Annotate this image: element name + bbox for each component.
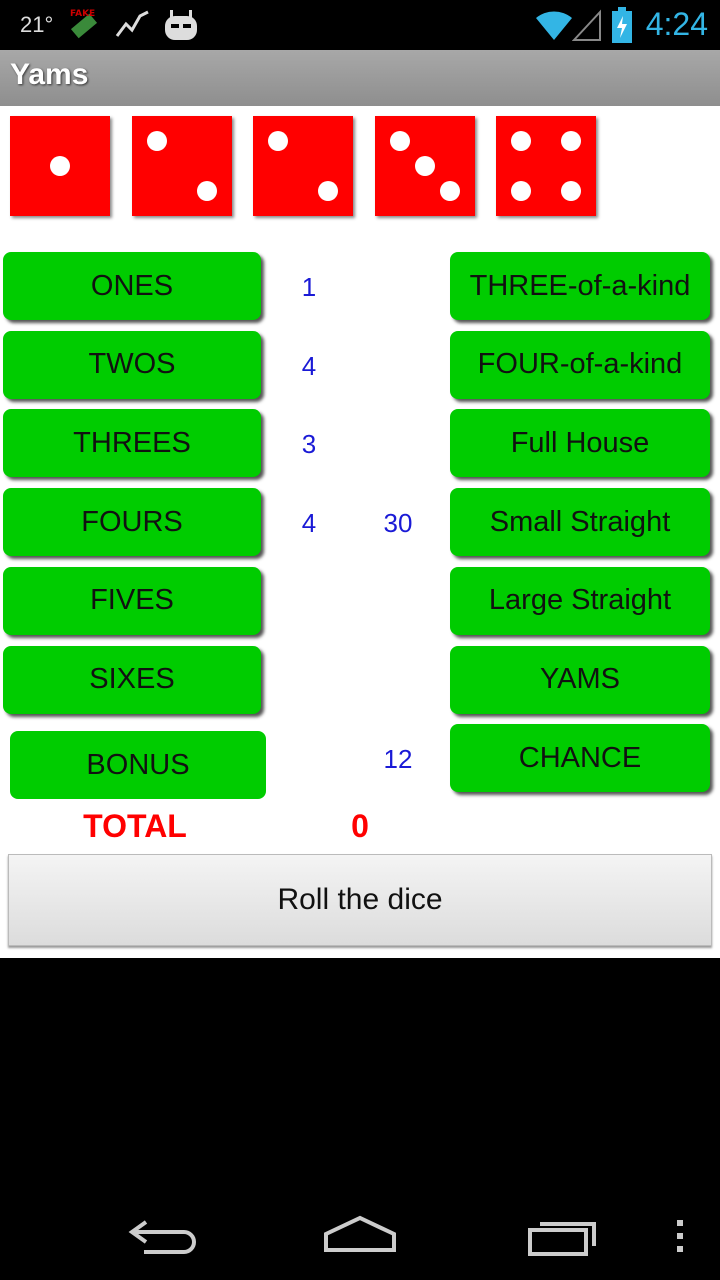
svg-text:FAKE: FAKE [70, 9, 95, 19]
upper-button-fours[interactable]: FOURS [3, 488, 261, 557]
die-2[interactable] [131, 116, 232, 216]
bonus-box: BONUS [10, 731, 266, 799]
category-label: YAMS [539, 663, 621, 695]
die-4[interactable] [374, 116, 475, 216]
temperature-text: 21° [20, 12, 54, 37]
category-label: Small Straight [489, 505, 671, 538]
upper-score: 1 [301, 272, 317, 302]
recent-apps-icon[interactable] [526, 1216, 598, 1261]
lower-button-three-of-a-kind[interactable]: THREE-of-a-kind [450, 252, 710, 320]
die-pip [146, 131, 167, 151]
category-label: THREES [73, 426, 191, 459]
die-pip [50, 156, 70, 176]
activity-graph-icon [114, 6, 152, 49]
die-pip [439, 181, 460, 201]
back-icon[interactable] [124, 1214, 196, 1259]
upper-score: 4 [301, 508, 317, 539]
category-label: FOURS [81, 505, 183, 538]
lower-score: 12 [383, 744, 413, 775]
category-label: FIVES [90, 584, 174, 617]
category-label: CHANCE [518, 741, 642, 774]
category-label: SIXES [89, 663, 175, 695]
lower-button-small-straight[interactable]: Small Straight [450, 488, 710, 557]
app-title: Yams [10, 58, 89, 91]
category-label: FOUR-of-a-kind [477, 348, 683, 381]
category-label: THREE-of-a-kind [469, 269, 691, 302]
upper-button-fives[interactable]: FIVES [3, 566, 261, 635]
fake-gps-icon: FAKE [64, 6, 104, 51]
wifi-icon [534, 6, 574, 49]
die-pip [268, 131, 288, 151]
category-label: Full House [510, 426, 650, 459]
total-label: TOTAL [83, 808, 187, 844]
lower-button-large-straight[interactable]: Large Straight [450, 566, 710, 635]
die-1[interactable] [10, 116, 110, 216]
upper-button-ones[interactable]: ONES [3, 252, 261, 320]
roll-dice-button[interactable]: Roll the dice [8, 854, 712, 946]
navigation-bar [0, 1180, 720, 1280]
category-label: Large Straight [488, 584, 672, 617]
bonus-label: BONUS [86, 748, 190, 781]
cyanogenmod-icon [162, 6, 200, 49]
die-pip [511, 181, 531, 201]
die-pip [414, 156, 435, 176]
signal-icon [571, 6, 602, 49]
total-value: 0 [351, 808, 369, 844]
die-3[interactable] [253, 116, 353, 216]
upper-button-threes[interactable]: THREES [3, 409, 261, 478]
upper-button-sixes[interactable]: SIXES [3, 645, 261, 714]
battery-charging-icon [610, 6, 634, 49]
die-pip [511, 131, 531, 151]
die-pip [561, 131, 581, 151]
clock-text: 4:24 [645, 6, 708, 42]
upper-button-twos[interactable]: TWOS [3, 330, 261, 399]
category-label: TWOS [88, 348, 176, 381]
lower-button-chance[interactable]: CHANCE [450, 724, 710, 793]
lower-button-four-of-a-kind[interactable]: FOUR-of-a-kind [450, 330, 710, 399]
upper-score: 3 [301, 429, 317, 460]
lower-button-yams[interactable]: YAMS [450, 645, 710, 714]
upper-score: 4 [301, 350, 317, 381]
category-label: ONES [90, 269, 174, 302]
game-board: ONES 1 TWOS 4 THREES 3 FOURS 4 FIVES SIXES THREE-… [0, 106, 720, 958]
roll-dice-label: Roll the dice [277, 883, 443, 916]
home-icon[interactable] [322, 1212, 398, 1259]
die-5[interactable] [496, 116, 596, 216]
status-bar: 21° FAKE 4:24 [0, 0, 720, 50]
die-pip [389, 131, 410, 151]
action-bar: Yams [0, 50, 720, 106]
die-pip [196, 181, 217, 201]
lower-score: 30 [383, 508, 413, 539]
die-pip [318, 181, 338, 201]
die-pip [561, 181, 581, 201]
lower-button-full-house[interactable]: Full House [450, 409, 710, 478]
menu-icon[interactable] [674, 1220, 686, 1259]
